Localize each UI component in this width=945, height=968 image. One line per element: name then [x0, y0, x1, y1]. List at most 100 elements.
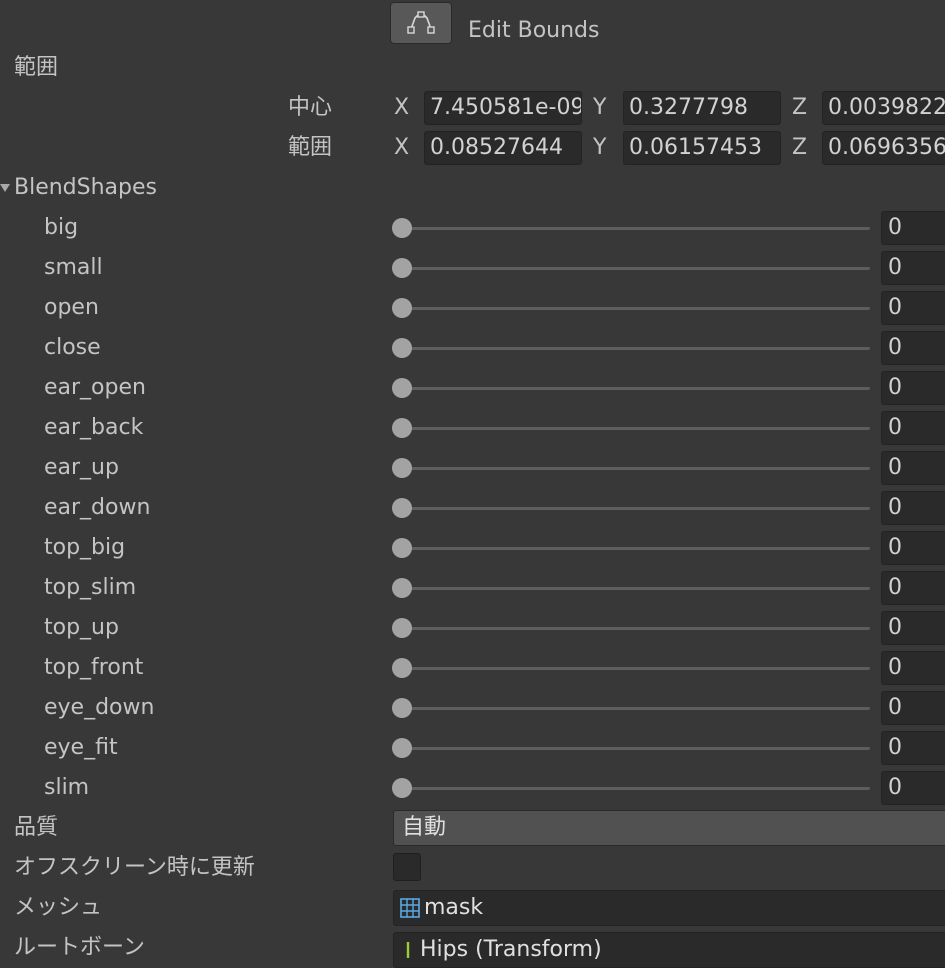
mesh-grid-icon	[400, 898, 420, 918]
blendshape-slider-thumb[interactable]	[392, 538, 412, 558]
blendshape-value-field[interactable]: 0	[881, 651, 945, 685]
blendshape-slider-track[interactable]	[402, 547, 870, 550]
edit-bounds-icon	[407, 11, 435, 34]
extent-x-field[interactable]: 0.08527644	[424, 131, 582, 165]
foldout-triangle-icon	[0, 184, 10, 192]
center-y-axis: Y	[593, 95, 607, 120]
edit-bounds-label: Edit Bounds	[468, 18, 600, 43]
blendshape-value-field[interactable]: 0	[881, 531, 945, 565]
center-z-field[interactable]: 0.0039822	[822, 91, 945, 125]
blendshape-label: ear_down	[44, 495, 151, 520]
blendshape-slider-thumb[interactable]	[392, 578, 412, 598]
blendshape-row: open 0	[0, 288, 945, 328]
blendshape-value-field[interactable]: 0	[881, 571, 945, 605]
blendshape-slider-thumb[interactable]	[392, 298, 412, 318]
blendshape-slider-thumb[interactable]	[392, 498, 412, 518]
blendshape-label: top_front	[44, 655, 144, 680]
blendshape-slider-track[interactable]	[402, 387, 870, 390]
blendshape-slider-thumb[interactable]	[392, 218, 412, 238]
blendshape-slider-thumb[interactable]	[392, 658, 412, 678]
blendshape-row: close 0	[0, 328, 945, 368]
blendshape-slider-track[interactable]	[402, 467, 870, 470]
blendshape-slider-track[interactable]	[402, 747, 870, 750]
blendshape-value-field[interactable]: 0	[881, 411, 945, 445]
root-bone-object-field[interactable]: Hips (Transform)	[393, 932, 945, 968]
blendshape-slider-thumb[interactable]	[392, 778, 412, 798]
blendshape-row: ear_back 0	[0, 408, 945, 448]
center-y-field[interactable]: 0.3277798	[623, 91, 781, 125]
blendshape-slider-track[interactable]	[402, 627, 870, 630]
blendshape-slider-thumb[interactable]	[392, 418, 412, 438]
blendshape-label: eye_fit	[44, 735, 118, 760]
blendshape-label: top_slim	[44, 575, 137, 600]
extent-z-axis: Z	[792, 135, 808, 160]
extent-z-field[interactable]: 0.0696356	[822, 131, 945, 165]
blendshape-value-field[interactable]: 0	[881, 491, 945, 525]
blendshape-slider-track[interactable]	[402, 307, 870, 310]
mesh-value: mask	[424, 895, 484, 920]
blendshape-slider-track[interactable]	[402, 707, 870, 710]
blendshape-row: big 0	[0, 208, 945, 248]
quality-dropdown[interactable]: 自動	[393, 810, 945, 846]
edit-bounds-button[interactable]	[390, 2, 452, 44]
blendshape-value-field[interactable]: 0	[881, 331, 945, 365]
blendshape-row: ear_down 0	[0, 488, 945, 528]
blendshape-row: eye_down 0	[0, 688, 945, 728]
blendshape-value-field[interactable]: 0	[881, 291, 945, 325]
blendshape-slider-track[interactable]	[402, 587, 870, 590]
blendshape-row: top_up 0	[0, 608, 945, 648]
blendshape-label: slim	[44, 775, 90, 800]
blendshape-value-field[interactable]: 0	[881, 211, 945, 245]
root-bone-value: Hips (Transform)	[420, 937, 602, 962]
blendshape-label: eye_down	[44, 695, 155, 720]
blendshape-slider-thumb[interactable]	[392, 378, 412, 398]
blendshape-label: ear_open	[44, 375, 146, 400]
blendshape-row: top_front 0	[0, 648, 945, 688]
blendshape-value-field[interactable]: 0	[881, 731, 945, 765]
blendshape-label: small	[44, 255, 103, 280]
blendshape-value-field[interactable]: 0	[881, 611, 945, 645]
blendshape-slider-track[interactable]	[402, 227, 870, 230]
blendshape-slider-thumb[interactable]	[392, 458, 412, 478]
center-label: 中心	[288, 95, 333, 120]
transform-icon	[406, 942, 410, 958]
blendshape-row: ear_open 0	[0, 368, 945, 408]
center-x-axis: X	[394, 95, 410, 120]
blendshape-value-field[interactable]: 0	[881, 371, 945, 405]
center-x-field[interactable]: 7.450581e-09	[424, 91, 582, 125]
blendshape-slider-track[interactable]	[402, 787, 870, 790]
blendshape-row: top_slim 0	[0, 568, 945, 608]
center-z-axis: Z	[792, 95, 808, 120]
offscreen-update-label: オフスクリーン時に更新	[14, 855, 255, 880]
blendshape-slider-track[interactable]	[402, 427, 870, 430]
blendshape-label: close	[44, 335, 101, 360]
blendshape-row: top_big 0	[0, 528, 945, 568]
extent-y-field[interactable]: 0.06157453	[623, 131, 781, 165]
blendshape-row: small 0	[0, 248, 945, 288]
blendshape-row: slim 0	[0, 768, 945, 808]
blendshape-slider-thumb[interactable]	[392, 698, 412, 718]
blendshape-label: top_up	[44, 615, 119, 640]
blendshapes-foldout[interactable]: BlendShapes	[0, 173, 157, 203]
blendshape-slider-track[interactable]	[402, 267, 870, 270]
blendshape-label: open	[44, 295, 99, 320]
offscreen-update-checkbox[interactable]	[393, 853, 421, 881]
blendshape-slider-thumb[interactable]	[392, 618, 412, 638]
blendshape-value-field[interactable]: 0	[881, 451, 945, 485]
blendshape-slider-thumb[interactable]	[392, 338, 412, 358]
blendshape-value-field[interactable]: 0	[881, 251, 945, 285]
blendshape-slider-thumb[interactable]	[392, 738, 412, 758]
blendshape-slider-track[interactable]	[402, 667, 870, 670]
blendshape-label: top_big	[44, 535, 126, 560]
bounds-section-label: 範囲	[14, 55, 59, 80]
root-bone-label: ルートボーン	[14, 935, 145, 960]
blendshape-slider-track[interactable]	[402, 347, 870, 350]
blendshape-value-field[interactable]: 0	[881, 771, 945, 805]
blendshape-label: ear_up	[44, 455, 119, 480]
blendshapes-header: BlendShapes	[14, 175, 157, 200]
mesh-object-field[interactable]: mask	[393, 890, 945, 926]
blendshape-slider-track[interactable]	[402, 507, 870, 510]
blendshape-value-field[interactable]: 0	[881, 691, 945, 725]
blendshape-slider-thumb[interactable]	[392, 258, 412, 278]
extent-label: 範囲	[288, 135, 333, 160]
